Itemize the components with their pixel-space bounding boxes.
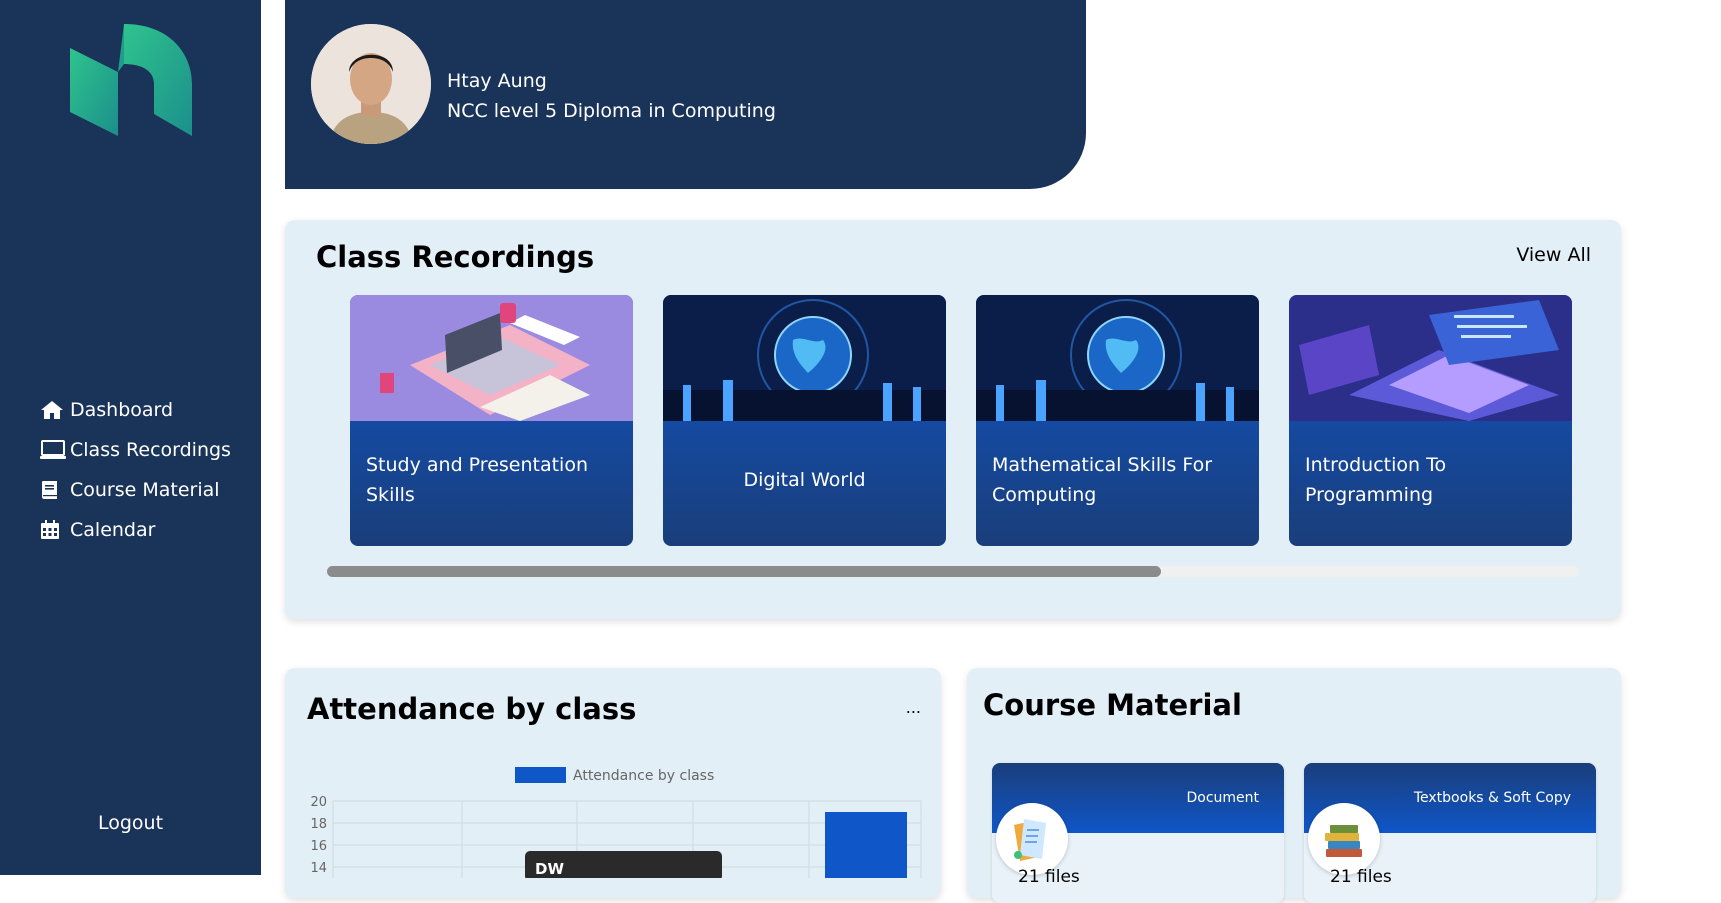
chart-bar[interactable]	[825, 812, 907, 878]
y-axis-ticks: 14 16 18 20	[310, 795, 327, 876]
sidebar-item-label: Class Recordings	[70, 439, 231, 461]
y-tick-label: 18	[310, 817, 327, 832]
y-tick-label: 20	[310, 795, 327, 810]
sidebar-item-calendar[interactable]: Calendar	[40, 510, 231, 550]
recording-card-label: Digital World	[743, 469, 866, 491]
recording-card-label: Study and Presentation Skills	[366, 454, 589, 506]
sidebar-item-dashboard[interactable]: Dashboard	[40, 390, 231, 430]
attendance-chart: Attendance by class 14 16 18 20 DW	[310, 767, 922, 878]
y-tick-label: 14	[310, 861, 327, 876]
logout-button[interactable]: Logout	[0, 812, 261, 834]
y-tick-label: 16	[310, 839, 327, 854]
sidebar-item-course-material[interactable]: Course Material	[40, 470, 231, 510]
sidebar-item-label: Calendar	[70, 519, 156, 541]
books-stack-icon	[1308, 803, 1380, 875]
material-card-file-count: 21 files	[1018, 867, 1080, 887]
material-card-textbooks[interactable]: Textbooks & Soft Copy 21 files	[1304, 763, 1596, 903]
recording-card-digital-world[interactable]: Digital World	[663, 295, 946, 546]
book-icon	[40, 479, 66, 501]
course-material-panel: Course Material Document 21 files Textbo…	[967, 668, 1621, 903]
course-material-title: Course Material	[983, 688, 1242, 722]
sidebar-item-label: Dashboard	[70, 399, 174, 421]
view-all-link[interactable]: View All	[1516, 244, 1591, 266]
chart-tooltip: DW	[525, 851, 722, 878]
code-laptop-thumbnail	[1289, 295, 1572, 421]
class-recordings-panel: Class Recordings View All Study and Pres…	[285, 220, 1621, 619]
material-card-title: Textbooks & Soft Copy	[1413, 790, 1571, 806]
recording-card-mathematical-skills[interactable]: Mathematical Skills For Computing	[976, 295, 1259, 546]
recordings-scrollbar[interactable]	[327, 566, 1579, 577]
legend-swatch	[515, 767, 566, 783]
profile-header: Htay Aung NCC level 5 Diploma in Computi…	[285, 0, 1086, 189]
material-card-title: Document	[1186, 790, 1259, 806]
material-card-file-count: 21 files	[1330, 867, 1392, 887]
recording-card-intro-programming[interactable]: Introduction To Programming	[1289, 295, 1572, 546]
recordings-scrollbar-thumb[interactable]	[327, 566, 1161, 577]
avatar	[311, 24, 431, 144]
recording-card-label: Introduction To Programming	[1305, 454, 1447, 506]
monitor-icon	[40, 439, 66, 461]
sidebar-item-label: Course Material	[70, 479, 220, 501]
recording-card-study-presentation[interactable]: Study and Presentation Skills	[350, 295, 633, 546]
document-folder-icon	[996, 803, 1068, 875]
attendance-panel: Attendance by class ... Attendance by cl…	[285, 668, 941, 898]
sidebar-nav: Dashboard Class Recordings Course Materi…	[40, 390, 231, 550]
profile-course: NCC level 5 Diploma in Computing	[447, 100, 776, 122]
sidebar-item-class-recordings[interactable]: Class Recordings	[40, 430, 231, 470]
tooltip-label: DW	[535, 860, 564, 878]
class-recordings-title: Class Recordings	[316, 240, 595, 274]
globe-city-thumbnail	[976, 295, 1259, 421]
globe-city-thumbnail	[663, 295, 946, 421]
calendar-icon	[40, 519, 66, 541]
app-logo	[70, 24, 192, 136]
sidebar: Dashboard Class Recordings Course Materi…	[0, 0, 261, 875]
legend-label: Attendance by class	[573, 768, 714, 784]
material-card-document[interactable]: Document 21 files	[992, 763, 1284, 903]
profile-name: Htay Aung	[447, 70, 547, 92]
recording-card-label: Mathematical Skills For Computing	[992, 454, 1213, 506]
home-icon	[40, 399, 66, 421]
laptop-desk-thumbnail	[350, 295, 633, 421]
